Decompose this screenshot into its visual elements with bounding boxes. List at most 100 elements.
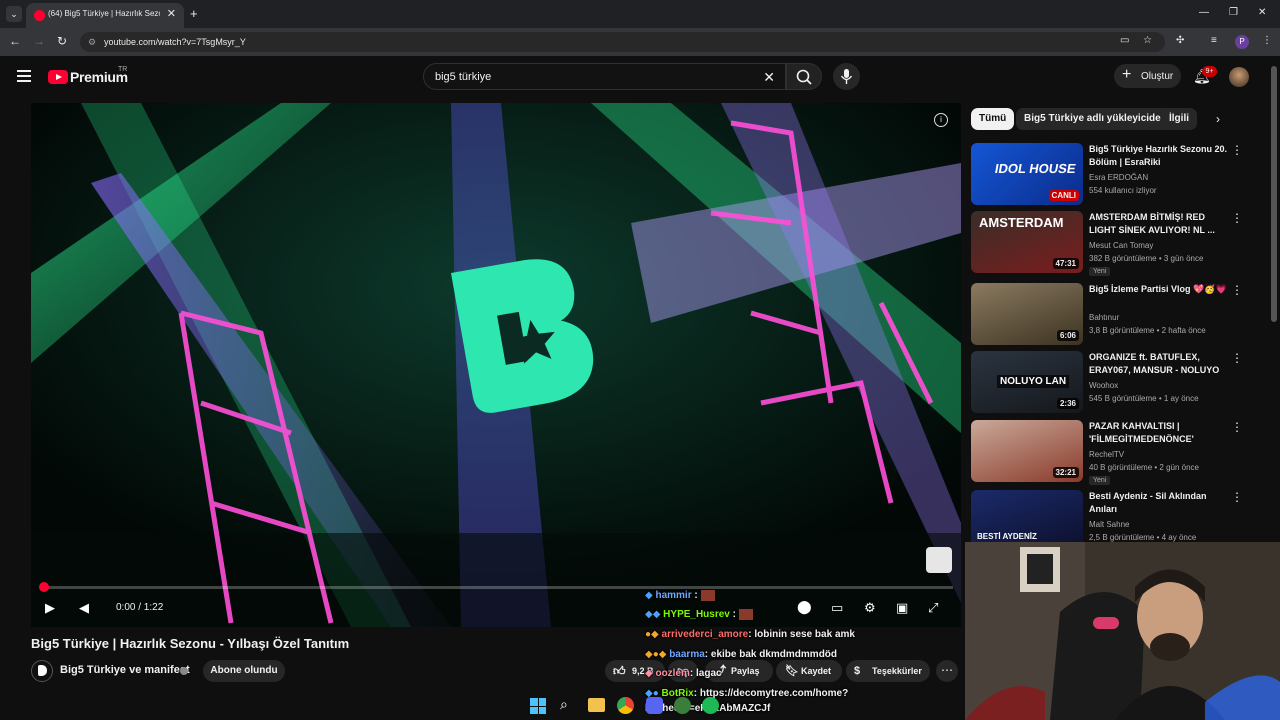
tab-search-icon[interactable]: ⌄: [6, 6, 22, 22]
chip-all[interactable]: Tümü: [971, 108, 1015, 130]
start-icon[interactable]: [530, 698, 546, 714]
theater-mode-icon[interactable]: ▣: [896, 600, 908, 616]
search-button[interactable]: [786, 63, 822, 90]
related-video-card[interactable]: AMSTERDAM 47:31 AMSTERDAM BİTMİŞ! RED LI…: [971, 211, 1251, 277]
new-tab-button[interactable]: +: [190, 6, 198, 21]
card-menu-icon[interactable]: ⋮: [1231, 143, 1243, 157]
card-title[interactable]: Big5 İzleme Partisi Vlog 💖🥳💗: [1089, 283, 1229, 296]
window-close-icon[interactable]: ✕: [1258, 7, 1266, 18]
address-bar[interactable]: ⚙ youtube.com/watch?v=7TsgMsyr_Y: [80, 32, 1165, 52]
extensions-icon[interactable]: ✣: [1176, 35, 1184, 46]
progress-scrubber[interactable]: [39, 582, 49, 592]
video-thumbnail[interactable]: NOLUYO LAN 2:36: [971, 351, 1083, 413]
related-video-card[interactable]: 6:06 Big5 İzleme Partisi Vlog 💖🥳💗 Bahtın…: [971, 283, 1251, 349]
video-thumbnail[interactable]: 32:21: [971, 420, 1083, 482]
mic-icon: [840, 69, 853, 84]
save-button[interactable]: 🔖︎ Kaydet: [776, 660, 842, 682]
card-menu-icon[interactable]: ⋮: [1231, 351, 1243, 365]
clear-search-icon[interactable]: ✕: [763, 69, 775, 86]
card-channel[interactable]: Esra ERDOĞAN: [1089, 173, 1148, 182]
browser-tab[interactable]: (64) Big5 Türkiye | Hazırlık Sezonu ✕: [26, 3, 184, 28]
fullscreen-icon[interactable]: ⤢: [928, 600, 938, 616]
sidebar-scrollbar[interactable]: [1271, 66, 1277, 322]
card-menu-icon[interactable]: ⋮: [1231, 211, 1243, 225]
play-icon[interactable]: ▶: [45, 600, 55, 616]
reading-list-icon[interactable]: ≡: [1211, 35, 1217, 46]
forward-icon[interactable]: →: [33, 34, 45, 48]
progress-bar[interactable]: [39, 582, 953, 592]
cast-icon[interactable]: ▭: [1120, 35, 1129, 46]
chip-from-uploader[interactable]: Big5 Türkiye adlı yükleyiciden: [1016, 108, 1175, 130]
autoplay-toggle[interactable]: ⬤: [797, 599, 812, 615]
subscribe-button[interactable]: Abone olundu: [203, 660, 285, 682]
file-explorer-icon[interactable]: [588, 698, 605, 712]
discord-icon[interactable]: [646, 697, 663, 714]
card-meta: 40 B görüntüleme • 2 gün önce: [1089, 463, 1199, 472]
app-icon[interactable]: [674, 697, 691, 714]
menu-icon[interactable]: [17, 70, 31, 85]
chip-related[interactable]: İlgili: [1161, 108, 1197, 130]
info-icon[interactable]: i: [934, 113, 948, 127]
chat-text: : lagac: [689, 668, 722, 679]
youtube-favicon-icon: [34, 10, 45, 21]
card-title[interactable]: ORGANIZE ft. BATUFLEX, ERAY067, MANSUR -…: [1089, 351, 1229, 377]
profile-avatar[interactable]: P: [1235, 35, 1249, 49]
card-meta: 3,8 B görüntüleme • 2 hafta önce: [1089, 326, 1206, 335]
video-thumbnail[interactable]: AMSTERDAM 47:31: [971, 211, 1083, 273]
search-input[interactable]: big5 türkiye ✕: [423, 63, 786, 90]
restore-icon[interactable]: ❐: [1229, 7, 1238, 18]
volume-icon[interactable]: ◀︎: [79, 600, 89, 616]
video-thumbnail[interactable]: BESTİ AYDENİZ: [971, 490, 1083, 542]
chrome-icon[interactable]: [617, 697, 634, 714]
card-menu-icon[interactable]: ⋮: [1231, 490, 1243, 504]
reload-icon[interactable]: ↻: [57, 34, 67, 48]
tab-close-icon[interactable]: ✕: [167, 7, 176, 20]
chat-emote-icon: [738, 609, 753, 620]
thumbnail-text: BESTİ AYDENİZ: [977, 532, 1037, 541]
youtube-logo-icon[interactable]: [48, 70, 68, 84]
spotify-icon[interactable]: [702, 697, 719, 714]
channel-avatar[interactable]: [31, 660, 53, 682]
card-menu-icon[interactable]: ⋮: [1231, 283, 1243, 297]
live-badge: CANLI: [1048, 190, 1079, 201]
site-info-icon[interactable]: ⚙: [88, 37, 96, 48]
browser-tab-bar: ⌄ (64) Big5 Türkiye | Hazırlık Sezonu ✕ …: [0, 0, 1280, 28]
minimize-icon[interactable]: —: [1199, 7, 1209, 18]
voice-search-button[interactable]: [833, 63, 860, 90]
card-title[interactable]: Besti Aydeniz - Sil Aklından Anıları: [1089, 490, 1229, 516]
related-video-card[interactable]: IDOL HOUSE CANLI Big5 Türkiye Hazırlık S…: [971, 143, 1251, 209]
subtitles-icon[interactable]: ▭: [831, 600, 843, 616]
bookmark-star-icon[interactable]: ☆: [1143, 35, 1152, 46]
taskbar-search-icon[interactable]: ⌕: [560, 696, 568, 713]
card-channel[interactable]: Bahtınur: [1089, 313, 1119, 322]
more-actions-button[interactable]: ⋯: [936, 660, 958, 682]
search-icon: [796, 69, 812, 85]
thanks-icon: $: [854, 665, 861, 677]
duration-badge: 2:36: [1056, 398, 1079, 409]
card-title[interactable]: AMSTERDAM BİTMİŞ! RED LIGHT SİNEK AVLIYO…: [1089, 211, 1229, 237]
card-channel[interactable]: Malt Sahne: [1089, 520, 1129, 529]
channel-name[interactable]: Big5 Türkiye ve manifest: [60, 664, 190, 676]
related-video-card[interactable]: BESTİ AYDENİZ Besti Aydeniz - Sil Aklınd…: [971, 490, 1251, 542]
card-meta: 2,5 B görüntüleme • 4 ay önce: [1089, 533, 1197, 542]
video-thumbnail[interactable]: IDOL HOUSE CANLI: [971, 143, 1083, 205]
video-thumbnail[interactable]: 6:06: [971, 283, 1083, 345]
channel-watermark-icon[interactable]: [926, 547, 952, 573]
chevron-right-icon[interactable]: ›: [1216, 112, 1220, 126]
card-menu-icon[interactable]: ⋮: [1231, 420, 1243, 434]
related-video-card[interactable]: NOLUYO LAN 2:36 ORGANIZE ft. BATUFLEX, E…: [971, 351, 1251, 417]
card-title[interactable]: PAZAR KAHVALTISI | 'FİLMEGİTMEDENÖNCE': [1089, 420, 1229, 446]
card-channel[interactable]: RechelTV: [1089, 450, 1124, 459]
account-avatar[interactable]: [1229, 67, 1249, 87]
settings-icon[interactable]: ⚙: [864, 600, 876, 616]
thanks-button[interactable]: $ Teşekkürler: [846, 660, 930, 682]
related-video-card[interactable]: 32:21 PAZAR KAHVALTISI | 'FİLMEGİTMEDENÖ…: [971, 420, 1251, 486]
video-player[interactable]: [31, 103, 961, 627]
card-title[interactable]: Big5 Türkiye Hazırlık Sezonu 20. Bölüm |…: [1089, 143, 1229, 169]
browser-toolbar: ⚙ youtube.com/watch?v=7TsgMsyr_Y: [0, 28, 1280, 56]
card-channel[interactable]: Mesut Can Tomay: [1089, 241, 1153, 250]
back-icon[interactable]: ←: [9, 34, 21, 48]
card-channel[interactable]: Woohox: [1089, 381, 1118, 390]
create-button[interactable]: + Oluştur: [1114, 64, 1181, 88]
browser-menu-icon[interactable]: ⋮: [1262, 35, 1272, 46]
